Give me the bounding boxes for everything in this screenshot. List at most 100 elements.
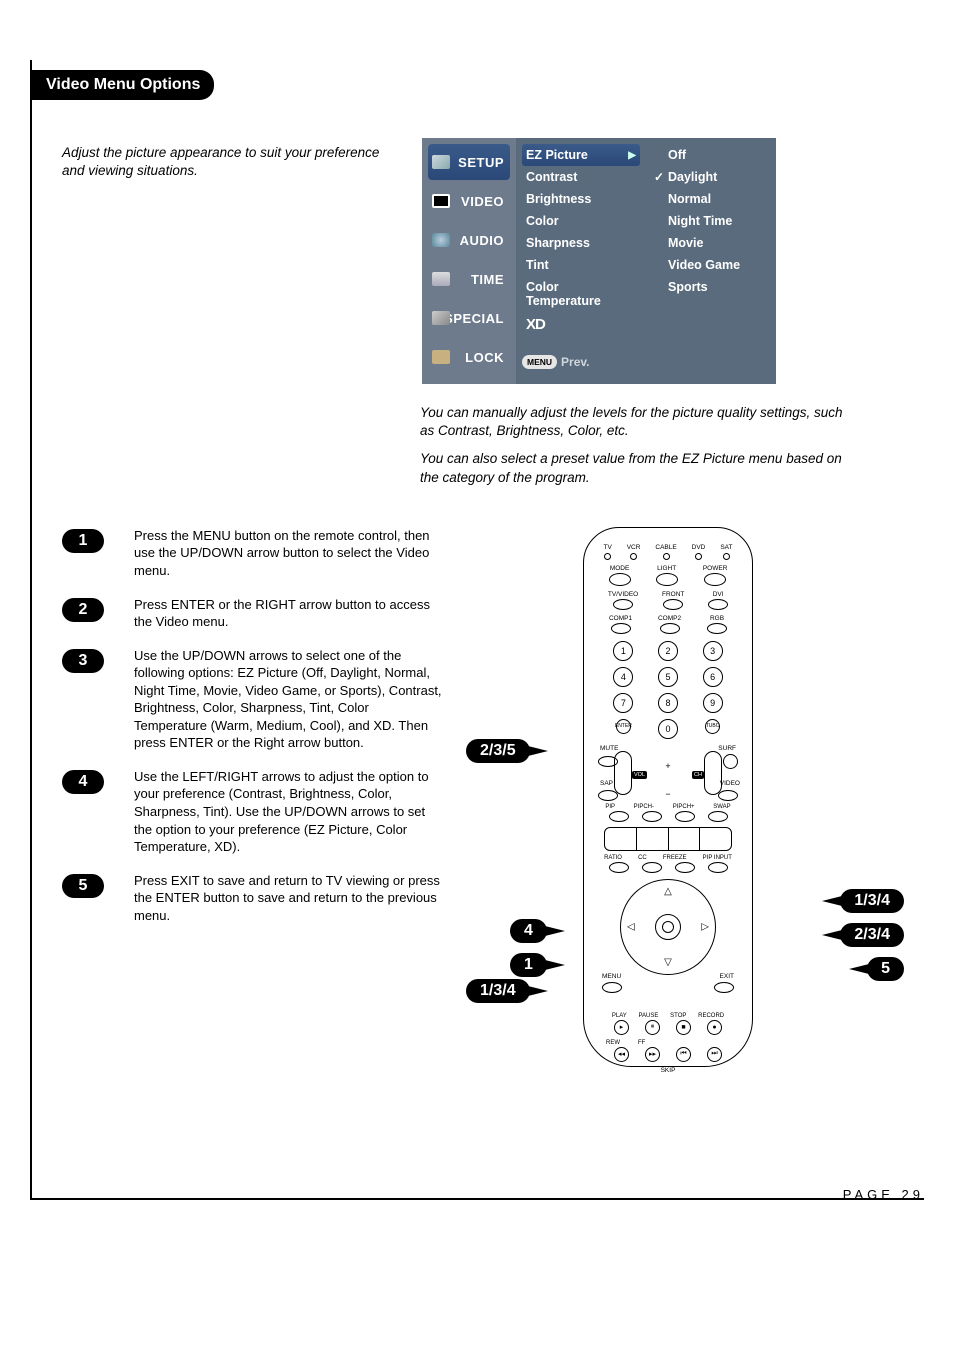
right-arrow-icon[interactable]: ▷ (701, 921, 709, 932)
menu-item-brightness[interactable]: Brightness (522, 188, 640, 210)
menu-item-xd[interactable]: XD (522, 312, 640, 337)
tvvideo-button[interactable] (613, 599, 633, 610)
dpad[interactable]: △ ▽ ◁ ▷ (620, 879, 716, 975)
exit-button[interactable] (714, 982, 734, 993)
audio-icon (432, 233, 450, 247)
remote-lbl-cable: CABLE (655, 544, 676, 560)
left-arrow-icon[interactable]: ◁ (627, 921, 635, 932)
pipchm-label: PIPCH- (634, 804, 654, 810)
menu-item-ezpicture[interactable]: EZ Picture▶ (522, 144, 640, 166)
pause-button[interactable]: ⏸ (645, 1020, 660, 1035)
menu-item-sharpness[interactable]: Sharpness (522, 232, 640, 254)
menu-item-colortemp[interactable]: Color Temperature (522, 276, 640, 312)
ff-label: FF (638, 1040, 645, 1046)
record-button[interactable]: ● (707, 1020, 722, 1035)
opt-normal[interactable]: Normal (654, 188, 768, 210)
opt-sports[interactable]: Sports (654, 276, 768, 298)
lock-icon (432, 350, 450, 364)
pipchp-button[interactable] (675, 811, 695, 822)
pipchp-label: PIPCH+ (673, 804, 695, 810)
num-6-button[interactable]: 6 (703, 667, 723, 687)
menu-label: MENU (602, 973, 621, 980)
menu-item-contrast[interactable]: Contrast (522, 166, 640, 188)
ch-button[interactable] (704, 751, 722, 795)
down-arrow-icon[interactable]: ▽ (664, 957, 672, 968)
opt-daylight[interactable]: Daylight (654, 166, 768, 188)
num-1-button[interactable]: 1 (613, 641, 633, 661)
num-0-button[interactable]: 0 (658, 719, 678, 739)
num-8-button[interactable]: 8 (658, 693, 678, 713)
tubo-button[interactable]: TUBO (705, 719, 720, 734)
num-4-button[interactable]: 4 (613, 667, 633, 687)
light-button[interactable] (656, 573, 678, 586)
cc-button[interactable] (642, 862, 662, 873)
record-label: RECORD (698, 1013, 724, 1019)
power-button[interactable] (704, 573, 726, 586)
num-5-button[interactable]: 5 (658, 667, 678, 687)
ratio-button[interactable] (609, 862, 629, 873)
tab-lock[interactable]: LOCK (428, 339, 510, 375)
rgb-button[interactable] (707, 623, 727, 634)
vol-button[interactable] (614, 751, 632, 795)
step-badge-3: 3 (62, 649, 104, 673)
menu-item-tint[interactable]: Tint (522, 254, 640, 276)
ff-button[interactable]: ▸▸ (645, 1047, 660, 1062)
tab-setup[interactable]: SETUP (428, 144, 510, 180)
pause-label: PAUSE (639, 1013, 659, 1019)
swap-button[interactable] (708, 811, 728, 822)
skipfwd-button[interactable]: ⏭ (707, 1047, 722, 1062)
remote-control: TV VCR CABLE DVD SAT MODE LIGHT POWER TV… (583, 527, 753, 1067)
remote-lbl-tvvideo: TV/VIDEO (608, 591, 638, 610)
play-label: PLAY (612, 1013, 627, 1019)
pip-button[interactable] (609, 811, 629, 822)
tab-special[interactable]: SPECIAL (428, 300, 510, 336)
surf-button[interactable] (723, 754, 738, 769)
dpad-center-button[interactable] (655, 914, 681, 940)
remote-lbl-dvd: DVD (692, 544, 706, 560)
skipback-button[interactable]: ⏮ (676, 1047, 691, 1062)
pipinput-label: PIP INPUT (703, 855, 732, 861)
opt-movie[interactable]: Movie (654, 232, 768, 254)
step-text-4: Use the LEFT/RIGHT arrows to adjust the … (134, 768, 442, 856)
tab-audio[interactable]: AUDIO (428, 222, 510, 258)
front-button[interactable] (663, 599, 683, 610)
pipinput-button[interactable] (708, 862, 728, 873)
minus-icon: − (665, 789, 670, 799)
ch-label: CH (692, 771, 704, 779)
remote-lbl-tv: TV (603, 544, 611, 560)
osd-menu: SETUP VIDEO AUDIO TIME SPECIAL LOCK EZ P… (422, 138, 776, 384)
comp2-button[interactable] (660, 623, 680, 634)
pipchm-button[interactable] (642, 811, 662, 822)
enter-button[interactable]: ENTER (616, 719, 631, 734)
remote-lbl-sat: SAT (720, 544, 732, 560)
up-arrow-icon[interactable]: △ (664, 886, 672, 897)
tab-video[interactable]: VIDEO (428, 183, 510, 219)
prev-pill[interactable]: MENU Prev. (522, 355, 590, 369)
num-9-button[interactable]: 9 (703, 693, 723, 713)
opt-nighttime[interactable]: Night Time (654, 210, 768, 232)
rew-button[interactable]: ◂◂ (614, 1047, 629, 1062)
video-button[interactable] (718, 790, 738, 801)
special-icon (432, 311, 450, 325)
num-7-button[interactable]: 7 (613, 693, 633, 713)
play-button[interactable]: ▸ (614, 1020, 629, 1035)
opt-off[interactable]: Off (654, 144, 768, 166)
mute-label: MUTE (600, 745, 618, 752)
callout-134-right: 1/3/4 (840, 889, 904, 913)
mode-button[interactable] (609, 573, 631, 586)
menu-button[interactable] (602, 982, 622, 993)
intro-text: Adjust the picture appearance to suit yo… (62, 144, 392, 179)
dvi-button[interactable] (708, 599, 728, 610)
remote-lbl-mode: MODE (609, 565, 631, 586)
tab-time[interactable]: TIME (428, 261, 510, 297)
remote-lbl-comp2: COMP2 (658, 615, 681, 634)
prev-text: Prev. (561, 355, 589, 369)
freeze-button[interactable] (675, 862, 695, 873)
menu-item-color[interactable]: Color (522, 210, 640, 232)
num-2-button[interactable]: 2 (658, 641, 678, 661)
step-text-2: Press ENTER or the RIGHT arrow button to… (134, 596, 442, 631)
comp1-button[interactable] (611, 623, 631, 634)
stop-button[interactable]: ■ (676, 1020, 691, 1035)
opt-videogame[interactable]: Video Game (654, 254, 768, 276)
num-3-button[interactable]: 3 (703, 641, 723, 661)
